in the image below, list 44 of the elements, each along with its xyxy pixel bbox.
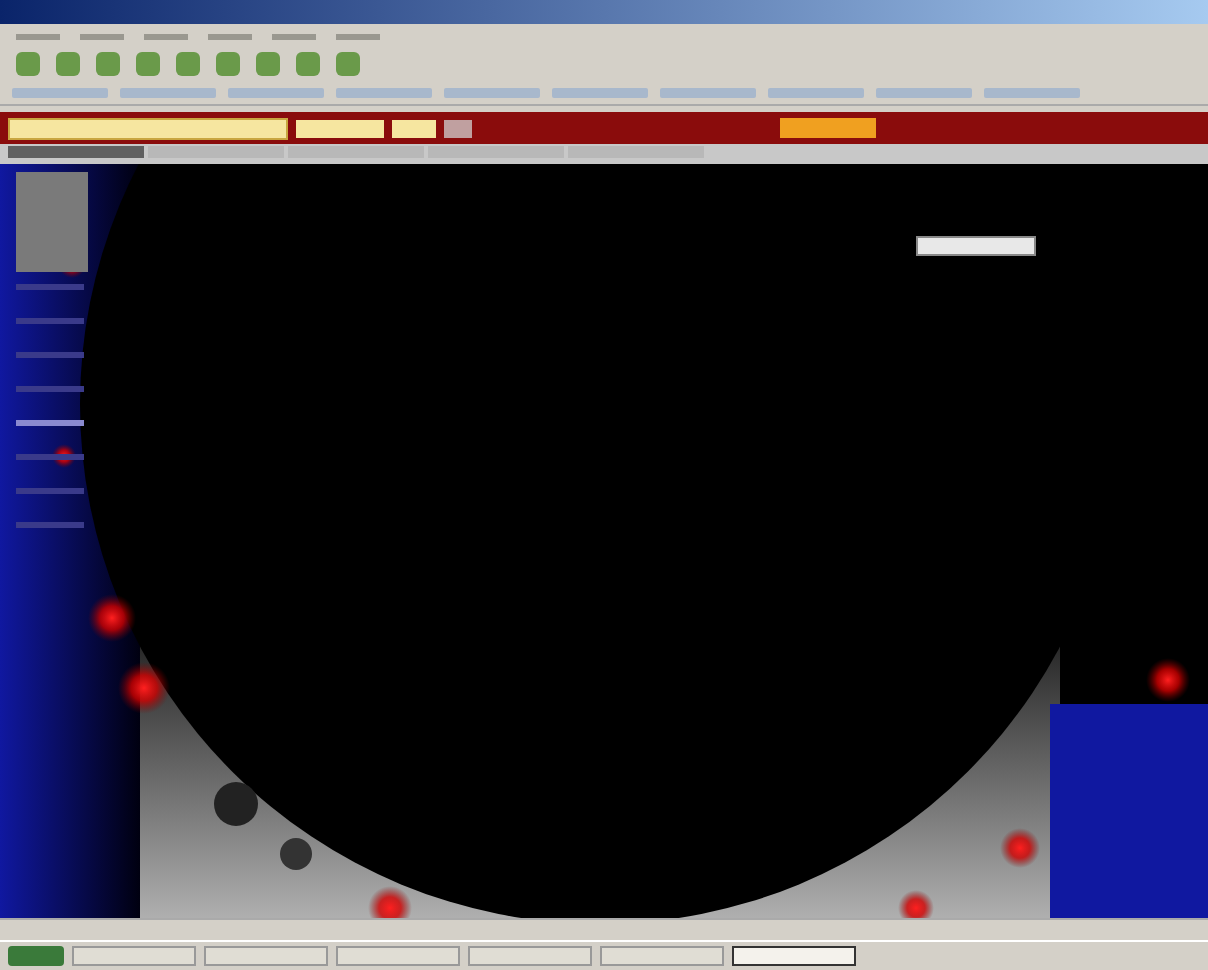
sidebar-item[interactable]	[16, 420, 84, 426]
menu-item[interactable]	[80, 33, 124, 39]
toolbar-icon[interactable]	[256, 52, 280, 76]
sidebar-item[interactable]	[16, 488, 84, 494]
toolbar-icon[interactable]	[96, 52, 120, 76]
favorite-link[interactable]	[444, 87, 540, 97]
sidebar-item[interactable]	[16, 318, 84, 324]
nav-tab[interactable]	[568, 146, 704, 158]
favorite-link[interactable]	[876, 87, 972, 97]
toolbar-icon[interactable]	[16, 52, 40, 76]
favorite-link[interactable]	[228, 87, 324, 97]
start-button[interactable]	[8, 946, 64, 966]
dropdown[interactable]	[392, 119, 436, 137]
nav-tab[interactable]	[428, 146, 564, 158]
toolbar-icon[interactable]	[336, 52, 360, 76]
menu-item[interactable]	[144, 33, 188, 39]
favorite-link[interactable]	[336, 87, 432, 97]
menu-item[interactable]	[336, 33, 380, 39]
sidebar-item[interactable]	[16, 454, 84, 460]
favorite-link[interactable]	[120, 87, 216, 97]
toolbar-icon[interactable]	[296, 52, 320, 76]
toolbar-icon[interactable]	[56, 52, 80, 76]
sidebar-item[interactable]	[16, 352, 84, 358]
favorite-link[interactable]	[12, 87, 108, 97]
nav-tab[interactable]	[288, 146, 424, 158]
toolbar-icon[interactable]	[216, 52, 240, 76]
sidebar-item[interactable]	[16, 386, 84, 392]
taskbar-button[interactable]	[732, 946, 856, 966]
menu-item[interactable]	[16, 33, 60, 39]
toolbar-icon[interactable]	[136, 52, 160, 76]
toolbar-button[interactable]	[780, 118, 876, 138]
photo-placeholder	[16, 172, 88, 272]
sidebar-item[interactable]	[16, 522, 84, 528]
favorite-link[interactable]	[768, 87, 864, 97]
dropdown[interactable]	[296, 119, 384, 137]
favorite-link[interactable]	[552, 87, 648, 97]
go-button[interactable]	[444, 119, 472, 137]
favorite-link[interactable]	[984, 87, 1080, 97]
favorite-link[interactable]	[660, 87, 756, 97]
menu-item[interactable]	[208, 33, 252, 39]
sidebar-item[interactable]	[16, 284, 84, 290]
menu-item[interactable]	[272, 33, 316, 39]
search-field[interactable]	[8, 117, 288, 139]
toolbar-icon[interactable]	[176, 52, 200, 76]
